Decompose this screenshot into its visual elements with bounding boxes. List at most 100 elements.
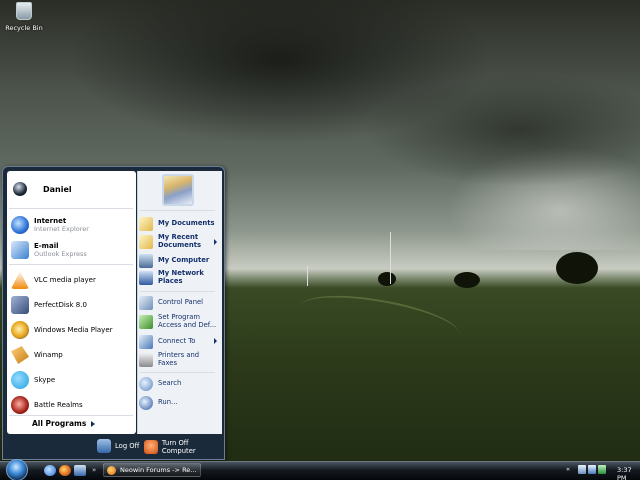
start-menu-user: Daniel	[7, 171, 136, 207]
windows-media-player-icon	[11, 321, 29, 339]
places-label: Control Panel	[158, 298, 204, 307]
start-menu-footer: Log Off Turn Off Computer	[3, 437, 224, 459]
separator	[9, 208, 133, 209]
places-label: My Documents	[158, 219, 215, 228]
recent-program-label: VLC media player	[34, 276, 96, 284]
pinned-email[interactable]: E-mail Outlook Express	[9, 238, 135, 262]
my-documents-icon	[139, 217, 153, 231]
separator	[9, 415, 133, 416]
places-item-connect-to[interactable]: Connect To	[139, 335, 221, 349]
submenu-arrow-icon	[214, 239, 217, 245]
my-computer-icon	[139, 254, 153, 268]
taskbar-button[interactable]: Neowin Forums -> Re...	[103, 463, 201, 477]
places-item-my-recent-documents[interactable]: My Recent Documents	[139, 233, 221, 249]
desktop-icon-recycle-bin[interactable]: Recycle Bin	[4, 2, 44, 32]
turn-off-label: Turn Off Computer	[161, 439, 196, 455]
user-orb-icon	[13, 182, 27, 196]
places-label: My Network Places	[158, 269, 204, 285]
log-off-label: Log Off	[115, 442, 140, 450]
security-icon[interactable]	[598, 465, 606, 474]
submenu-arrow-icon	[214, 338, 217, 344]
quick-launch-overflow[interactable]: »	[92, 466, 96, 474]
places-label: My Recent Documents	[158, 233, 202, 249]
start-orb-icon[interactable]	[6, 459, 28, 480]
places-item-control-panel[interactable]: Control Panel	[139, 296, 221, 310]
internet-explorer-icon	[11, 216, 29, 234]
taskbar-button-label: Neowin Forums -> Re...	[120, 466, 197, 474]
set-program-access-icon	[139, 314, 153, 329]
recent-program-windows-media-player[interactable]: Windows Media Player	[9, 318, 135, 342]
my-network-places-icon	[139, 270, 153, 285]
places-label: Run...	[158, 398, 178, 407]
places-item-printers-faxes[interactable]: Printers and Faxes	[139, 351, 221, 367]
wallpaper-tree	[454, 272, 480, 288]
connect-to-icon	[139, 335, 153, 349]
printers-faxes-icon	[139, 352, 153, 367]
run-icon	[139, 396, 153, 410]
separator	[140, 372, 215, 373]
network-icon[interactable]	[578, 465, 586, 474]
recent-program-label: Windows Media Player	[34, 326, 113, 334]
recent-program-perfectdisk[interactable]: PerfectDisk 8.0	[9, 293, 135, 317]
system-tray: « 3:37 PM	[566, 463, 640, 480]
control-panel-icon	[139, 296, 153, 310]
all-programs-button[interactable]: All Programs	[32, 419, 86, 428]
places-label: Search	[158, 379, 182, 388]
my-recent-documents-icon	[139, 234, 153, 249]
recent-program-winamp[interactable]: Winamp	[9, 343, 135, 367]
places-item-search[interactable]: Search	[139, 377, 221, 391]
recent-program-label: Skype	[34, 376, 56, 384]
vlc-icon	[11, 271, 29, 289]
recent-program-label: Battle Realms	[34, 401, 83, 409]
places-item-my-network-places[interactable]: My Network Places	[139, 269, 221, 285]
places-label: Connect To	[158, 337, 196, 346]
places-label: Set Program Access and Def...	[158, 313, 217, 329]
recent-program-battle-realms[interactable]: Battle Realms	[9, 393, 135, 417]
user-name: Daniel	[43, 184, 72, 194]
pinned-subtitle: Internet Explorer	[34, 225, 89, 233]
pinned-title: Internet	[34, 217, 67, 225]
firefox-icon[interactable]	[59, 465, 71, 476]
places-label: Printers and Faxes	[158, 351, 200, 367]
desktop-icon-label: Recycle Bin	[5, 24, 43, 32]
tray-clock[interactable]: 3:37 PM	[617, 466, 640, 480]
volume-icon[interactable]	[588, 465, 596, 474]
log-off-button[interactable]: Log Off	[97, 439, 139, 453]
internet-explorer-icon[interactable]	[44, 465, 56, 476]
perfectdisk-icon	[11, 296, 29, 314]
log-off-icon	[97, 439, 111, 453]
separator	[9, 264, 133, 265]
winamp-icon	[11, 346, 29, 364]
pinned-title: E-mail	[34, 242, 59, 250]
skype-icon	[11, 371, 29, 389]
pinned-subtitle: Outlook Express	[34, 250, 87, 258]
search-icon	[139, 377, 153, 391]
turn-off-computer-button[interactable]: Turn Off Computer	[144, 439, 224, 455]
places-item-my-computer[interactable]: My Computer	[139, 254, 221, 268]
places-item-run[interactable]: Run...	[139, 396, 221, 410]
places-item-set-program-access[interactable]: Set Program Access and Def...	[139, 313, 221, 329]
places-label: My Computer	[158, 256, 210, 265]
recent-program-vlc[interactable]: VLC media player	[9, 268, 135, 292]
wallpaper-tree	[556, 252, 598, 284]
tray-expand-chevron[interactable]: «	[566, 465, 570, 473]
outlook-express-icon	[11, 241, 29, 259]
firefox-icon	[107, 465, 116, 475]
separator	[140, 210, 215, 211]
all-programs-arrow-icon	[91, 421, 95, 427]
wallpaper-wind-turbine	[307, 266, 308, 286]
battle-realms-icon	[11, 396, 29, 414]
user-avatar[interactable]	[162, 174, 194, 206]
show-desktop-icon[interactable]	[74, 465, 86, 476]
recent-program-label: Winamp	[34, 351, 63, 359]
separator	[140, 291, 215, 292]
recent-program-label: PerfectDisk 8.0	[34, 301, 87, 309]
wallpaper-tree	[378, 272, 396, 286]
power-icon	[144, 440, 158, 454]
pinned-internet[interactable]: Internet Internet Explorer	[9, 213, 135, 237]
recycle-bin-icon	[16, 2, 32, 20]
wallpaper-wind-turbine	[390, 232, 391, 284]
start-menu-programs-pane: Daniel Internet Internet Explorer E-mail…	[7, 171, 136, 434]
recent-program-skype[interactable]: Skype	[9, 368, 135, 392]
places-item-my-documents[interactable]: My Documents	[139, 217, 221, 231]
